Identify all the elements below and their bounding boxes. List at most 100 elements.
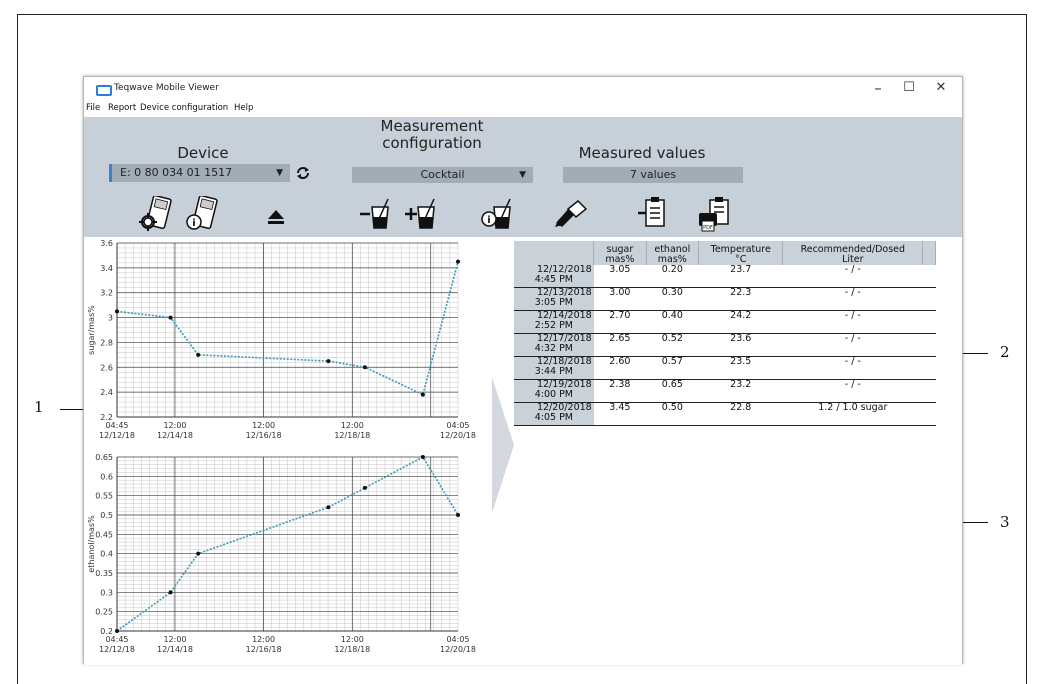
cell-sugar: 2.70 (593, 310, 647, 334)
x-tick-date: 12/16/18 (246, 431, 282, 440)
table-row[interactable]: 12/12/2018 4:45 PM 3.05 0.20 23.7- / - (514, 265, 936, 288)
cell-sugar: 2.38 (593, 379, 647, 403)
menu-file[interactable]: File (86, 103, 100, 113)
y-tick-label: 0.5 (100, 511, 113, 520)
x-tick-date: 12/14/18 (157, 645, 193, 654)
x-tick-time: 04:05 (446, 421, 469, 430)
maximize-button[interactable]: ☐ (894, 80, 924, 95)
refresh-icon[interactable] (294, 164, 312, 182)
close-button[interactable]: ✕ (926, 80, 956, 95)
x-tick-time: 12:00 (252, 421, 275, 430)
y-tick-label: 0.25 (95, 608, 113, 617)
data-point[interactable] (326, 359, 331, 364)
row-spacer (922, 265, 936, 288)
eject-icon[interactable] (267, 209, 285, 225)
cell-temp: 23.2 (698, 379, 783, 403)
table-row[interactable]: 12/17/2018 4:32 PM 2.65 0.52 23.6- / - (514, 333, 936, 357)
cell-ethanol: 0.65 (646, 379, 699, 403)
y-tick-label: 3 (108, 314, 113, 323)
cell-temp: 23.6 (698, 333, 783, 357)
y-tick-label: 0.6 (100, 472, 113, 481)
table-row[interactable]: 12/20/2018 4:05 PM 3.45 0.50 22.8 1.2 / 1.0 s… (514, 402, 936, 426)
cell-rec: - / - (782, 333, 923, 357)
data-point[interactable] (115, 629, 119, 633)
menu-report[interactable]: Report (108, 103, 136, 113)
transfer-icon[interactable] (552, 197, 588, 231)
panel-splitter[interactable] (492, 237, 516, 665)
x-tick-date: 12/18/18 (334, 645, 370, 654)
minimize-button[interactable]: – (863, 79, 893, 97)
device-select[interactable]: E: 0 80 034 01 1517 ▼ (109, 164, 290, 182)
data-point[interactable] (456, 259, 460, 264)
row-spacer (922, 402, 936, 426)
table-row[interactable]: 12/19/2018 4:00 PM 2.38 0.65 23.2- / - (514, 379, 936, 403)
y-tick-label: 0.3 (100, 588, 113, 597)
window-title: Teqwave Mobile Viewer (114, 83, 219, 93)
data-point[interactable] (196, 352, 201, 357)
svg-text:i: i (192, 218, 195, 229)
table-row[interactable]: 12/18/2018 3:44 PM 2.60 0.57 23.5- / - (514, 356, 936, 380)
x-tick-time: 12:00 (341, 421, 364, 430)
x-tick-date: 12/12/18 (99, 645, 135, 654)
data-point[interactable] (168, 315, 173, 320)
cell-sugar: 3.00 (593, 287, 647, 311)
y-tick-label: 3.6 (100, 239, 113, 248)
title-bar: Teqwave Mobile Viewer – ☐ ✕ (84, 77, 962, 105)
row-timestamp: 12/20/2018 4:05 PM (514, 402, 594, 426)
data-point[interactable] (115, 309, 119, 314)
row-time: 2:52 PM (534, 320, 573, 331)
chevron-down-icon: ▼ (276, 168, 283, 178)
data-point[interactable] (420, 392, 425, 397)
row-timestamp: 12/19/2018 4:00 PM (514, 379, 594, 403)
table-row[interactable]: 12/13/2018 3:05 PM 3.00 0.30 22.3- / - (514, 287, 936, 311)
table-header-4: Recommended/Dosed Liter (782, 241, 924, 265)
add-measurement-icon[interactable] (404, 197, 438, 231)
app-window: Teqwave Mobile Viewer – ☐ ✕ File Report … (83, 76, 963, 665)
menu-help[interactable]: Help (234, 103, 253, 113)
cell-temp: 23.5 (698, 356, 783, 380)
x-tick-time: 04:05 (446, 635, 469, 644)
x-tick-date: 12/18/18 (334, 431, 370, 440)
remove-measurement-icon[interactable] (358, 197, 392, 231)
device-settings-icon[interactable] (139, 196, 173, 232)
device-section-title: Device (177, 144, 229, 162)
data-point[interactable] (326, 505, 331, 510)
y-tick-label: 0.55 (95, 492, 113, 501)
row-timestamp: 12/18/2018 3:44 PM (514, 356, 594, 380)
measured-values-title: Measured values (578, 144, 706, 162)
row-timestamp: 12/12/2018 4:45 PM (514, 265, 594, 288)
y-axis-label: ethanol/mas% (87, 515, 96, 573)
data-point[interactable] (168, 590, 173, 595)
data-point[interactable] (456, 513, 460, 517)
row-time: 3:05 PM (534, 297, 573, 308)
pdf-label: PDF (703, 225, 713, 231)
report-icon[interactable] (637, 195, 669, 231)
measurement-title-line2: configuration (382, 134, 482, 152)
cell-ethanol: 0.30 (646, 287, 699, 311)
device-info-icon[interactable]: i (185, 196, 219, 232)
measurement-info-icon[interactable]: i (480, 197, 514, 231)
y-tick-label: 2.4 (100, 388, 113, 397)
data-point[interactable] (420, 455, 425, 459)
y-tick-label: 2.6 (100, 363, 113, 372)
pdf-report-icon[interactable]: PDF (698, 195, 732, 233)
cell-ethanol: 0.20 (646, 265, 699, 288)
cell-rec: - / - (782, 379, 923, 403)
measurement-config-select[interactable]: Cocktail ▼ (352, 167, 533, 183)
cell-ethanol: 0.57 (646, 356, 699, 380)
data-point[interactable] (196, 551, 201, 556)
cell-sugar: 3.45 (593, 402, 647, 426)
cell-temp: 22.8 (698, 402, 783, 426)
x-tick-date: 12/20/18 (440, 645, 476, 654)
table-header-2: ethanol mas% (646, 241, 700, 265)
measurement-section-title: Measurement configuration (352, 118, 512, 152)
x-tick-time: 12:00 (252, 635, 275, 644)
menu-device-configuration[interactable]: Device configuration (140, 103, 228, 113)
x-tick-time: 12:00 (341, 635, 364, 644)
data-point[interactable] (362, 485, 367, 490)
data-point[interactable] (362, 365, 367, 370)
charts-panel: 3.6 3.4 3.2 3 2.8 2.6 2.4 2.2 04:45 12/12/18 12:00… (84, 237, 490, 665)
x-tick-date: 12/16/18 (246, 645, 282, 654)
x-tick-time: 04:45 (105, 635, 128, 644)
table-row[interactable]: 12/14/2018 2:52 PM 2.70 0.40 24.2- / - (514, 310, 936, 334)
